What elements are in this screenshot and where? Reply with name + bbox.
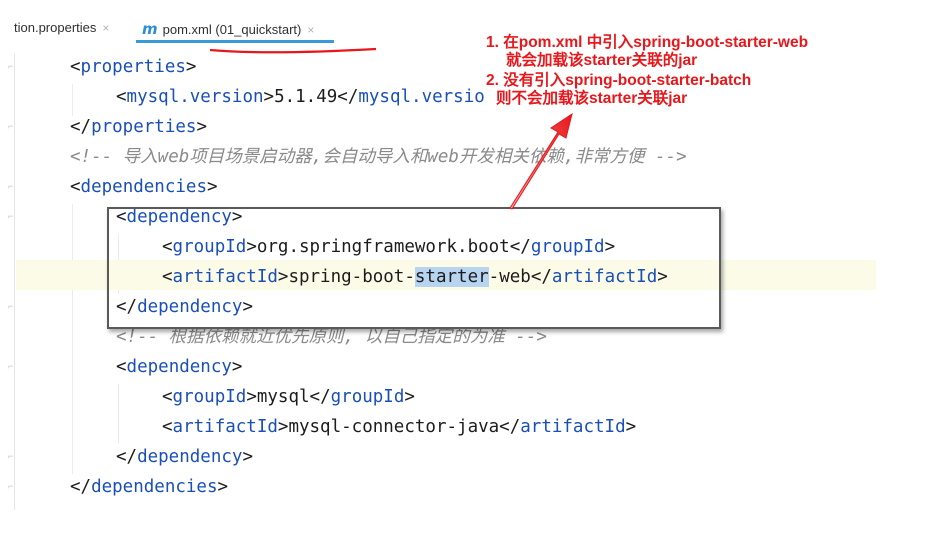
red-arrow-icon [509, 112, 573, 210]
